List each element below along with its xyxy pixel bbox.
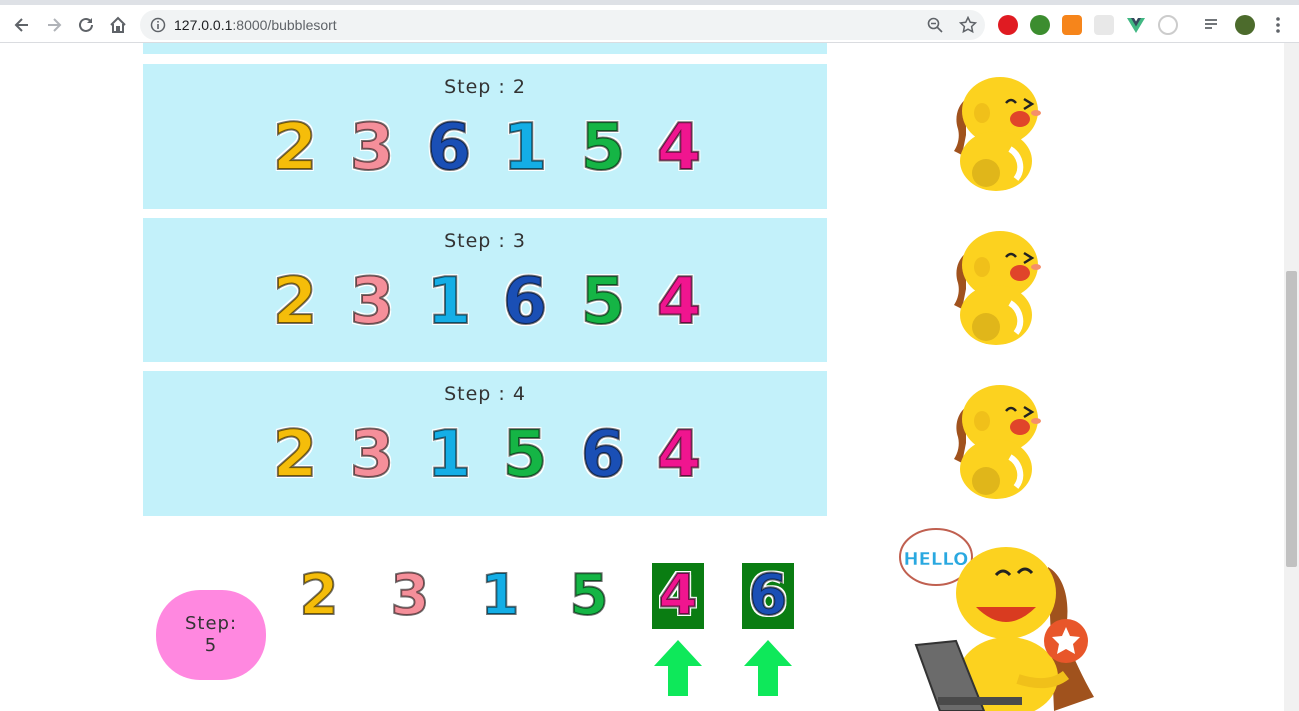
info-icon[interactable]: [150, 17, 166, 33]
digit-tile: 6: [502, 265, 549, 339]
dino-mascot-icon: [954, 385, 1041, 499]
scrollbar-thumb[interactable]: [1286, 271, 1297, 567]
digit-tile: 1: [502, 111, 549, 185]
vertical-scrollbar[interactable]: [1284, 43, 1299, 711]
digit-tile: 5: [502, 418, 549, 492]
dino-mascot-icon: [954, 77, 1041, 191]
blank-extension-icon[interactable]: [1094, 15, 1114, 35]
digit-tile: 5: [569, 563, 610, 628]
profile-avatar[interactable]: [1235, 15, 1255, 35]
digit-tile: 2: [272, 418, 319, 492]
digit-tile: 6: [426, 111, 473, 185]
reload-button[interactable]: [72, 11, 100, 39]
digit-tile: 4: [656, 418, 703, 492]
address-bar[interactable]: 127.0.0.1:8000/bubblesort: [140, 10, 985, 40]
digit-tile: 2: [299, 563, 340, 628]
ext-circle-icon[interactable]: [1158, 15, 1178, 35]
step-box: Step : 3 231654: [143, 218, 827, 362]
step-label: Step:: [184, 613, 238, 634]
metamask-extension-icon[interactable]: [1062, 15, 1082, 35]
back-button[interactable]: [8, 11, 36, 39]
digit-tile: 3: [390, 563, 431, 628]
up-arrow-icon: [654, 640, 702, 696]
forward-arrow-icon: [48, 18, 62, 32]
step-number: 5: [204, 635, 218, 656]
swapping-digit-tile: 4: [652, 563, 704, 629]
digit-tile: 3: [349, 418, 396, 492]
step-title: Step : 4: [444, 383, 526, 405]
globe-extension-icon[interactable]: [1030, 15, 1050, 35]
home-icon: [110, 16, 126, 33]
current-step-badge: Step: 5: [156, 590, 266, 680]
digit-tile: 6: [580, 418, 627, 492]
menu-kebab-icon[interactable]: [1268, 15, 1288, 35]
back-arrow-icon: [14, 18, 28, 32]
hello-dino-mascot: HELLO: [899, 528, 1094, 711]
digit-tile: 1: [426, 418, 473, 492]
bookmark-star-icon[interactable]: [959, 16, 977, 34]
home-button[interactable]: [104, 11, 132, 39]
swapping-digit-tile: 6: [742, 563, 794, 629]
forward-button[interactable]: [40, 11, 68, 39]
step-box: Step : 2 236154: [143, 64, 827, 209]
digit-tile: 2: [272, 111, 319, 185]
digit-tile: 5: [580, 111, 627, 185]
browser-toolbar: 127.0.0.1:8000/bubblesort: [0, 0, 1299, 43]
reload-icon: [79, 17, 93, 32]
vue-devtools-icon[interactable]: [1126, 15, 1146, 35]
digit-tile: 1: [480, 563, 521, 628]
digit-tile: 3: [349, 265, 396, 339]
reading-list-icon[interactable]: [1203, 15, 1223, 35]
step-title: Step : 3: [444, 230, 526, 252]
digit-row: 231654: [263, 264, 723, 340]
digit-tile: 2: [272, 265, 319, 339]
speech-bubble-text: HELLO: [904, 549, 969, 570]
opera-extension-icon[interactable]: [998, 15, 1018, 35]
dino-mascot-icon: [954, 231, 1041, 345]
url-text: 127.0.0.1:8000/bubblesort: [174, 17, 337, 33]
digit-tile: 4: [656, 111, 703, 185]
step-title: Step : 2: [444, 76, 526, 98]
up-arrow-icon: [744, 640, 792, 696]
zoom-icon[interactable]: [927, 17, 943, 33]
digit-tile: 3: [349, 111, 396, 185]
digit-tile: 1: [426, 265, 473, 339]
step-box: Step : 4 231564: [143, 371, 827, 516]
digit-tile: 4: [656, 265, 703, 339]
step-box-partial: [143, 43, 827, 54]
digit-row: 236154: [263, 110, 723, 186]
digit-tile: 5: [580, 265, 627, 339]
digit-row: 231564: [263, 417, 723, 493]
page-content: Step : 2 236154 Step : 3 231654 Step : 4…: [0, 43, 1284, 711]
